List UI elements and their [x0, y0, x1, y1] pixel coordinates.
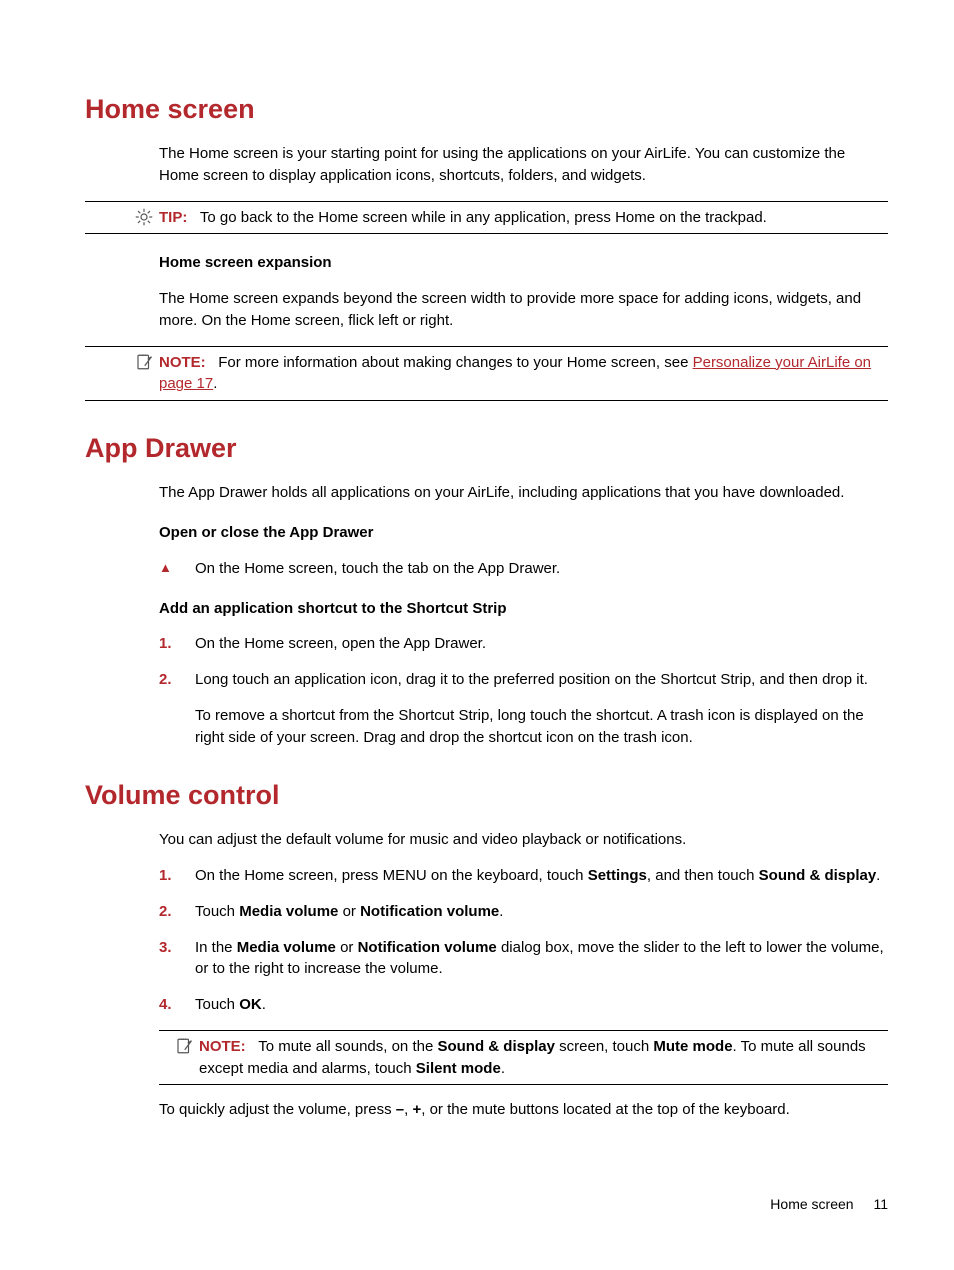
paragraph: To quickly adjust the volume, press –, +…: [159, 1099, 888, 1121]
step-text: Long touch an application icon, drag it …: [195, 669, 888, 748]
step-number: 3.: [159, 937, 195, 981]
subheading: Home screen expansion: [159, 252, 888, 274]
step-text: On the Home screen, press MENU on the ke…: [195, 865, 888, 887]
heading-home-screen: Home screen: [85, 90, 888, 129]
paragraph: The App Drawer holds all applications on…: [159, 482, 888, 504]
note-text: To mute all sounds, on the Sound & displ…: [199, 1038, 866, 1077]
step-number: 2.: [159, 901, 195, 923]
step-text: In the Media volume or Notification volu…: [195, 937, 888, 981]
tip-callout: TIP: To go back to the Home screen while…: [85, 201, 888, 235]
tip-text: To go back to the Home screen while in a…: [200, 209, 767, 226]
step-item: 4. Touch OK.: [159, 994, 888, 1016]
note-label: NOTE:: [159, 354, 206, 371]
document-page: Home screen The Home screen is your star…: [0, 0, 954, 1270]
heading-volume-control: Volume control: [85, 776, 888, 815]
note-text-pre: For more information about making change…: [218, 354, 692, 371]
paragraph: The Home screen is your starting point f…: [159, 143, 888, 187]
step-item: 1. On the Home screen, open the App Draw…: [159, 633, 888, 655]
step-text-extra: To remove a shortcut from the Shortcut S…: [195, 705, 888, 749]
step-item: 3. In the Media volume or Notification v…: [159, 937, 888, 981]
step-text: On the Home screen, open the App Drawer.: [195, 633, 888, 655]
footer-label: Home screen: [770, 1196, 853, 1212]
step-text: Touch OK.: [195, 994, 888, 1016]
note-icon: [135, 353, 153, 371]
note-icon: [175, 1037, 193, 1055]
subheading: Add an application shortcut to the Short…: [159, 598, 888, 620]
triangle-bullet-icon: ▲: [159, 558, 195, 580]
step-text: Touch Media volume or Notification volum…: [195, 901, 888, 923]
tip-icon: [135, 208, 153, 226]
subheading: Open or close the App Drawer: [159, 522, 888, 544]
note-label: NOTE:: [199, 1038, 246, 1055]
bullet-item: ▲ On the Home screen, touch the tab on t…: [159, 558, 888, 580]
note-callout: NOTE: For more information about making …: [85, 346, 888, 402]
page-number: 11: [873, 1196, 888, 1212]
step-number: 4.: [159, 994, 195, 1016]
note-callout: NOTE: To mute all sounds, on the Sound &…: [159, 1030, 888, 1086]
step-item: 2. Long touch an application icon, drag …: [159, 669, 888, 748]
step-text-main: Long touch an application icon, drag it …: [195, 671, 868, 688]
step-number: 1.: [159, 865, 195, 887]
heading-app-drawer: App Drawer: [85, 429, 888, 468]
paragraph: You can adjust the default volume for mu…: [159, 829, 888, 851]
step-number: 1.: [159, 633, 195, 655]
bullet-text: On the Home screen, touch the tab on the…: [195, 558, 888, 580]
step-item: 2. Touch Media volume or Notification vo…: [159, 901, 888, 923]
page-footer: Home screen 11: [770, 1194, 888, 1214]
step-number: 2.: [159, 669, 195, 748]
note-text-post: .: [213, 375, 217, 392]
paragraph: The Home screen expands beyond the scree…: [159, 288, 888, 332]
step-item: 1. On the Home screen, press MENU on the…: [159, 865, 888, 887]
tip-label: TIP:: [159, 209, 187, 226]
